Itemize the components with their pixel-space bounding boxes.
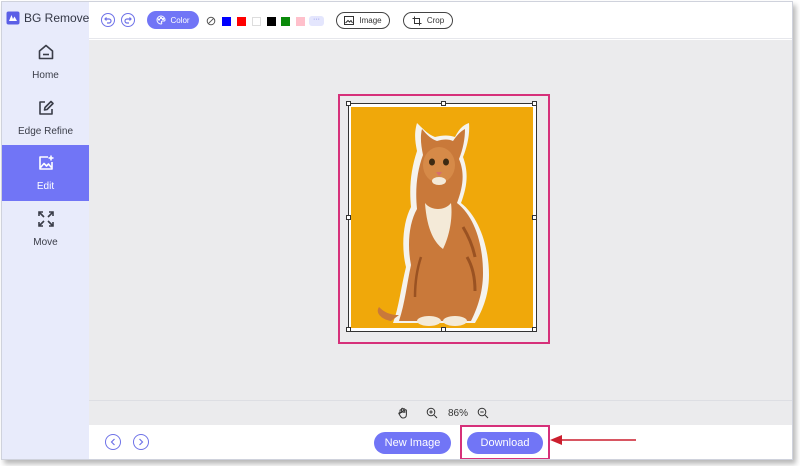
sidebar-item-label: Edit [36,181,55,192]
hand-tool-icon[interactable] [397,407,409,419]
sidebar: BG Remover Home Edge Refine Edit Move [2,2,93,459]
swatch-blue[interactable] [222,17,231,26]
crop-icon [412,16,422,25]
redo-button[interactable] [121,13,135,27]
annotation-arrow-icon [550,435,636,445]
toolbar: Color ··· Image Crop [89,2,792,39]
chevron-right-icon [139,438,144,446]
crop-button-label: Crop [426,16,445,25]
home-icon [38,44,53,60]
crop-button[interactable]: Crop [403,12,453,29]
image-preview[interactable] [346,101,537,332]
no-color-icon[interactable] [206,16,216,26]
resize-handle-top-right[interactable] [532,101,537,106]
palette-icon [156,15,166,25]
sidebar-item-edge-refine[interactable]: Edge Refine [2,90,89,146]
sidebar-item-home[interactable]: Home [2,34,89,90]
brand: BG Remover [6,10,93,26]
image-icon [344,16,355,25]
more-colors-button[interactable]: ··· [309,16,324,26]
previous-button[interactable] [105,434,121,450]
swatch-black[interactable] [267,17,276,26]
app-window: BG Remover Home Edge Refine Edit Move Co… [1,1,793,460]
color-button-label: Color [170,15,190,25]
canvas-area [89,40,792,400]
resize-handle-right[interactable] [532,215,537,220]
app-name: BG Remover [24,11,94,25]
sidebar-item-label: Move [33,237,58,248]
color-button[interactable]: Color [147,11,199,29]
image-button-label: Image [359,16,382,25]
new-image-button[interactable]: New Image [374,432,451,454]
redo-icon [124,17,132,24]
undo-button[interactable] [101,13,115,27]
download-button[interactable]: Download [467,432,543,454]
edge-refine-icon [38,100,54,115]
next-button[interactable] [133,434,149,450]
sidebar-item-move[interactable]: Move [2,201,89,257]
swatch-pink[interactable] [296,17,305,26]
app-logo-icon [6,11,20,25]
zoom-level: 86% [448,408,469,419]
sidebar-item-edit[interactable]: Edit [2,145,89,201]
resize-handle-top-left[interactable] [346,101,351,106]
move-icon [37,211,54,227]
selection-box[interactable] [346,101,537,332]
sidebar-item-label: Edge Refine [17,126,74,137]
edit-image-icon [38,155,53,170]
chevron-left-icon [110,438,115,446]
swatch-red[interactable] [237,17,246,26]
undo-icon [104,17,112,24]
resize-handle-left[interactable] [346,215,351,220]
zoom-in-icon[interactable] [426,407,438,419]
resize-handle-top[interactable] [441,101,446,106]
zoom-bar: 86% [89,400,792,425]
swatch-green[interactable] [281,17,290,26]
bottom-bar: New Image Download [89,425,792,459]
resize-handle-bottom-right[interactable] [532,327,537,332]
image-button[interactable]: Image [336,12,390,29]
resize-handle-bottom-left[interactable] [346,327,351,332]
sidebar-item-label: Home [32,70,59,81]
swatch-white[interactable] [252,17,261,26]
zoom-out-icon[interactable] [477,407,489,419]
resize-handle-bottom[interactable] [441,327,446,332]
